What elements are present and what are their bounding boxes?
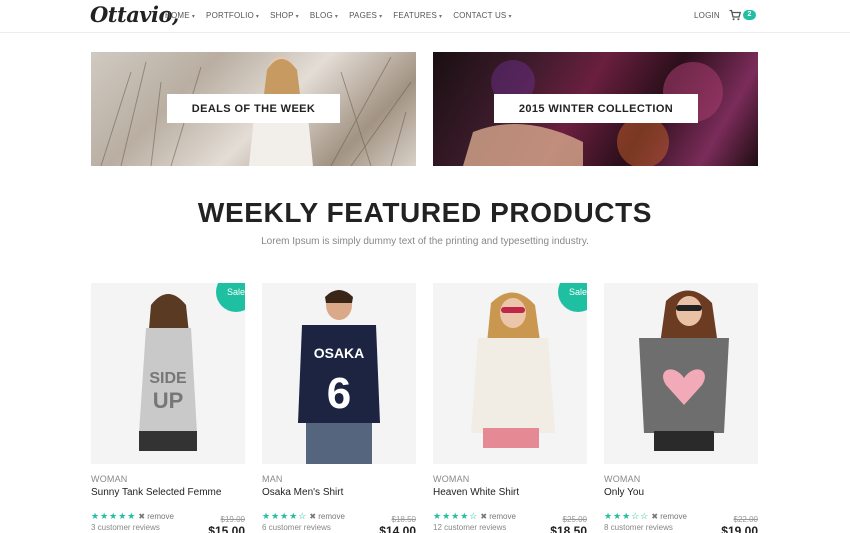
old-price: $25.00 (562, 515, 587, 524)
chevron-down-icon: ▾ (508, 14, 512, 20)
cart-count-badge: 2 (743, 10, 756, 20)
cart-icon (729, 9, 741, 21)
price: $18.50 (550, 524, 587, 533)
main-nav: HOME ▾ PORTFOLIO ▾ SHOP ▾ BLOG ▾ PAGES ▾ FEAT… (165, 11, 523, 20)
product-name[interactable]: Osaka Men's Shirt (262, 487, 343, 498)
nav-item-home[interactable]: HOME ▾ (165, 11, 195, 20)
star-rating-icons: ★★★☆☆ (604, 511, 650, 521)
product-card[interactable]: Sale WOMAN Heaven White Shirt ★★★★☆ ✖ rem… (433, 283, 587, 533)
price: $15.00 (208, 524, 245, 533)
svg-text:OSAKA: OSAKA (314, 345, 365, 361)
nav-item-contact[interactable]: CONTACT US ▾ (453, 11, 511, 20)
cart-button[interactable]: 2 (729, 9, 756, 21)
star-rating-icons: ★★★★★ (91, 511, 137, 521)
remove-link[interactable]: ✖ remove (138, 512, 174, 521)
old-price: $19.00 (220, 515, 245, 524)
chevron-down-icon: ▾ (334, 14, 339, 20)
product-image[interactable]: Sale (433, 283, 587, 464)
nav-item-blog[interactable]: BLOG ▾ (310, 11, 338, 20)
product-name[interactable]: Only You (604, 487, 644, 498)
product-image[interactable] (604, 283, 758, 464)
product-category: WOMAN (91, 474, 128, 484)
section-subtitle: Lorem Ipsum is simply dummy text of the … (261, 236, 589, 247)
nav-item-portfolio[interactable]: PORTFOLIO ▾ (206, 11, 259, 20)
banner-winter-collection[interactable]: 2015 WINTER COLLECTION (433, 52, 758, 166)
nav-item-shop[interactable]: SHOP ▾ (270, 11, 299, 20)
product-image[interactable]: SIDE UP Sale (91, 283, 245, 464)
banner-label-deals: DEALS OF THE WEEK (167, 94, 340, 123)
product-category: WOMAN (433, 474, 470, 484)
section-title: WEEKLY FEATURED PRODUCTS (197, 197, 653, 228)
product-name[interactable]: Heaven White Shirt (433, 487, 519, 498)
chevron-down-icon: ▾ (379, 14, 383, 20)
review-count[interactable]: 3 customer reviews (91, 523, 160, 532)
product-rating: ★★★★☆ ✖ remove (262, 511, 345, 522)
review-count[interactable]: 6 customer reviews (262, 523, 331, 532)
chevron-down-icon: ▾ (438, 14, 443, 20)
remove-link[interactable]: ✖ remove (480, 512, 516, 521)
product-photo: OSAKA 6 (298, 290, 380, 464)
star-rating-icons: ★★★★☆ (262, 511, 308, 521)
chevron-down-icon: ▾ (255, 14, 260, 20)
product-card[interactable]: WOMAN Only You ★★★☆☆ ✖ remove 8 customer … (604, 283, 758, 533)
svg-text:UP: UP (153, 388, 184, 413)
product-photo (639, 290, 729, 451)
product-rating: ★★★★★ ✖ remove (91, 511, 174, 522)
star-rating-icons: ★★★★☆ (433, 511, 479, 521)
product-image[interactable]: OSAKA 6 (262, 283, 416, 464)
product-rating: ★★★☆☆ ✖ remove (604, 511, 687, 522)
nav-item-features[interactable]: FEATURES ▾ (393, 11, 442, 20)
svg-text:SIDE: SIDE (149, 370, 187, 387)
price: $14.00 (379, 524, 416, 533)
old-price: $22.00 (733, 515, 758, 524)
price: $19.00 (721, 524, 758, 533)
old-price: $18.50 (391, 515, 416, 524)
remove-link[interactable]: ✖ remove (309, 512, 345, 521)
chevron-down-icon: ▾ (191, 14, 196, 20)
nav-item-pages[interactable]: PAGES ▾ (349, 11, 382, 20)
product-photo (471, 292, 555, 448)
product-category: WOMAN (604, 474, 641, 484)
product-card[interactable]: SIDE UP Sale WOMAN Sunny Tank Selected F… (91, 283, 245, 533)
review-count[interactable]: 8 customer reviews (604, 523, 673, 532)
review-count[interactable]: 12 customer reviews (433, 523, 506, 532)
site-header: Ottavio, HOME ▾ PORTFOLIO ▾ SHOP ▾ BLOG ▾ PA… (0, 0, 850, 33)
banner-deals[interactable]: DEALS OF THE WEEK (91, 52, 416, 166)
remove-link[interactable]: ✖ remove (651, 512, 687, 521)
chevron-down-icon: ▾ (295, 14, 299, 20)
svg-text:6: 6 (327, 369, 351, 418)
product-category: MAN (262, 474, 283, 484)
product-card[interactable]: OSAKA 6 MAN Osaka Men's Shirt ★★★★☆ ✖ rem… (262, 283, 416, 533)
product-photo: SIDE UP (139, 294, 197, 451)
product-name[interactable]: Sunny Tank Selected Femme (91, 487, 221, 498)
banner-label-winter: 2015 WINTER COLLECTION (494, 94, 698, 123)
login-link[interactable]: LOGIN (694, 11, 720, 20)
product-rating: ★★★★☆ ✖ remove (433, 511, 516, 522)
